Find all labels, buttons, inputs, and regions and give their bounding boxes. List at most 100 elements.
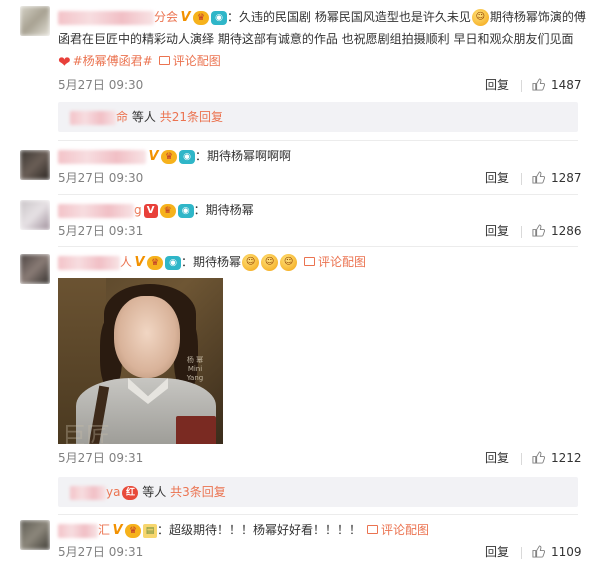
comment-text: ：超级期待！！！杨幂好好看！！！！ [157, 523, 362, 537]
comment-picture-label: 评论配图 [318, 255, 367, 269]
emoji-icon: ☺ [471, 9, 489, 26]
like-button[interactable]: 1212 [532, 451, 582, 465]
like-count: 1287 [551, 171, 582, 185]
avatar[interactable] [20, 520, 50, 550]
verified-icon: V [112, 522, 123, 538]
username-blurred[interactable] [58, 10, 154, 25]
username-blurred[interactable] [58, 203, 134, 218]
sub-replies-text: 等人 [142, 485, 167, 499]
emoji-icon: ☺ [242, 254, 260, 271]
avatar[interactable] [20, 6, 50, 36]
comment-actions: 回复 1487 [485, 77, 582, 93]
username-blurred[interactable] [58, 149, 146, 164]
thumbs-up-icon [532, 171, 546, 184]
comment-text: ：期待杨幂 [193, 203, 254, 217]
sub-username-blurred[interactable] [70, 485, 106, 500]
like-button[interactable]: 1287 [532, 171, 582, 185]
comment-picture-link[interactable]: 评论配图 [158, 54, 221, 68]
reply-button[interactable]: 回复 [485, 170, 509, 186]
sub-replies-count-link[interactable]: 共3条回复 [170, 485, 226, 499]
reply-button[interactable]: 回复 [485, 450, 509, 466]
comment-1-line-1: 分会 V ♛ ◉ ：久违的民国剧 杨幂民国风造型也是许久未见 ☺ 期待杨幂饰演的傅 [58, 7, 586, 27]
thumbs-up-icon [532, 78, 546, 91]
comment-5-line-1: 汇 V ♛ ▤ ：超级期待！！！杨幂好好看！！！！ 评论配图 [58, 520, 429, 540]
comment-text-cont: 期待杨幂饰演的傅 [489, 10, 586, 24]
camera-badge-icon: ◉ [165, 255, 182, 270]
like-count: 1212 [551, 451, 582, 465]
comment-time: 5月27日 09:31 [58, 545, 144, 559]
username-blurred[interactable] [58, 255, 120, 270]
comment-picture-label: 评论配图 [381, 523, 430, 537]
sub-replies-line: ya 红 等人 共3条回复 [70, 482, 226, 502]
camera-badge-icon: ◉ [211, 10, 228, 25]
comment-image[interactable]: 杨 幂 Mini Yang 巨匠 [58, 278, 223, 444]
camera-badge-icon: ◉ [179, 149, 195, 164]
like-button[interactable]: 1487 [532, 78, 582, 92]
divider [521, 172, 523, 185]
sub-replies-count-link[interactable]: 共21条回复 [160, 110, 223, 124]
poster-face [114, 296, 180, 378]
comment-actions: 回复 1286 [485, 223, 582, 239]
like-button[interactable]: 1109 [532, 545, 582, 559]
comment-divider [58, 246, 578, 247]
crown-badge-icon: ♛ [159, 203, 176, 218]
red-badge-icon: 红 [122, 485, 139, 500]
picture-icon [158, 56, 170, 65]
username-tail[interactable]: g [134, 203, 142, 217]
comment-time: 5月27日 09:30 [58, 78, 144, 92]
comment-divider [58, 194, 578, 195]
reply-button[interactable]: 回复 [485, 544, 509, 560]
username-blurred[interactable] [58, 523, 98, 538]
username-tail[interactable]: 人 [120, 255, 132, 269]
reply-button[interactable]: 回复 [485, 77, 509, 93]
hashtag-link[interactable]: #杨幂傅函君# [73, 54, 153, 68]
comment-3-line-1: g V ♛ ◉ ：期待杨幂 [58, 200, 254, 220]
verified-icon: V [134, 254, 145, 270]
reply-button[interactable]: 回复 [485, 223, 509, 239]
sub-replies-panel: 命 等人 共21条回复 [58, 102, 578, 132]
like-button[interactable]: 1286 [532, 224, 582, 238]
comment-1-line-3: ❤ #杨幂傅函君# 评论配图 [58, 51, 221, 72]
crown-badge-icon: ♛ [161, 149, 177, 164]
sub-replies-panel: ya 红 等人 共3条回复 [58, 477, 578, 507]
picture-icon [367, 525, 379, 534]
comment-time: 5月27日 09:30 [58, 171, 144, 185]
avatar[interactable] [20, 200, 50, 230]
comment-4-line-1: 人 V ♛ ◉ ：期待杨幂 ☺ ☺ ☺ 评论配图 [58, 252, 366, 272]
comment-divider [58, 514, 578, 515]
avatar[interactable] [20, 254, 50, 284]
username-tail[interactable]: 汇 [98, 523, 110, 537]
verified-icon: V [148, 148, 159, 164]
poster-caption: 杨 幂 Mini Yang [186, 356, 204, 382]
picture-icon [304, 257, 316, 266]
comment-text: ：期待杨幂 [181, 255, 242, 269]
crown-badge-icon: ♛ [193, 10, 210, 25]
comment-text: ：久违的民国剧 杨幂民国风造型也是许久未见 [227, 10, 471, 24]
camera-badge-icon: ◉ [177, 203, 194, 218]
comment-time: 5月27日 09:31 [58, 224, 144, 238]
avatar[interactable] [20, 150, 50, 180]
comment-time: 5月27日 09:31 [58, 451, 144, 465]
verified-icon: V [180, 9, 191, 25]
divider [521, 225, 523, 238]
sub-username-blurred[interactable] [70, 110, 116, 125]
comment-divider [58, 140, 578, 141]
comment-actions: 回复 1212 [485, 450, 582, 466]
comment-2-line-1: V ♛ ◉ ：期待杨幂啊啊啊 [58, 146, 291, 166]
username-tail[interactable]: 分会 [154, 10, 178, 24]
crown-badge-icon: ♛ [147, 255, 164, 270]
comment-actions: 回复 1287 [485, 170, 582, 186]
sub-username-tail[interactable]: 命 [116, 110, 128, 124]
heart-icon: ❤ [58, 52, 71, 71]
comment-text-line-2: 函君在巨匠中的精彩动人演绎 期待这部有诚意的作品 也祝愿剧组拍摄顺利 早日和观众… [58, 32, 574, 46]
comment-picture-link[interactable]: 评论配图 [304, 255, 366, 269]
card-badge-icon: ▤ [143, 523, 158, 538]
comment-text: ：期待杨幂啊啊啊 [195, 149, 292, 163]
comment-actions: 回复 1109 [485, 544, 582, 560]
thumbs-up-icon [532, 224, 546, 237]
comment-picture-link[interactable]: 评论配图 [367, 523, 429, 537]
thumbs-up-icon [532, 545, 546, 558]
like-count: 1286 [551, 224, 582, 238]
sub-username-tail[interactable]: ya [106, 485, 120, 499]
emoji-icon: ☺ [261, 254, 279, 271]
